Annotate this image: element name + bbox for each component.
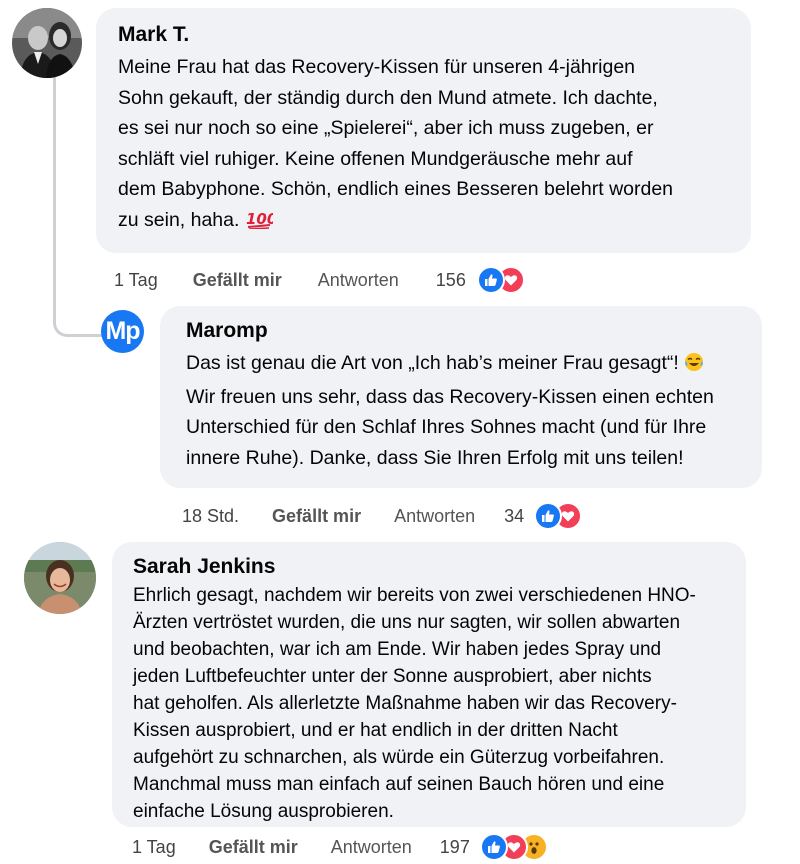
hundred-points-emoji-icon: 100: [245, 207, 277, 239]
comment-bubble-maromp: Maromp Das ist genau die Art von „Ich ha…: [160, 306, 762, 488]
like-reaction-icon: [476, 266, 505, 294]
avatar-sarah-jenkins[interactable]: [24, 542, 96, 614]
comment-bubble-mark-t: Mark T. Meine Frau hat das Recovery-Kiss…: [96, 8, 751, 253]
comment-author[interactable]: Mark T.: [118, 22, 729, 48]
reply-button[interactable]: Antworten: [318, 270, 399, 291]
like-button[interactable]: Gefällt mir: [272, 506, 361, 527]
comment-timestamp[interactable]: 1 Tag: [114, 270, 158, 291]
like-reaction-icon: [534, 502, 563, 530]
comment-actions-maromp: 18 Std. Gefällt mir Antworten 34: [182, 502, 583, 530]
like-reaction-icon: [479, 833, 508, 861]
comment-actions-mark-t: 1 Tag Gefällt mir Antworten 156: [114, 266, 525, 294]
comment-actions-sarah-jenkins: 1 Tag Gefällt mir Antworten 197: [132, 833, 548, 861]
reply-button[interactable]: Antworten: [331, 837, 412, 858]
comment-author[interactable]: Sarah Jenkins: [133, 554, 725, 580]
reactions-summary[interactable]: [534, 502, 583, 530]
comment-text: Meine Frau hat das Recovery-Kissen für u…: [118, 52, 729, 238]
comment-timestamp[interactable]: 18 Std.: [182, 506, 239, 527]
reactions-summary[interactable]: [476, 266, 525, 294]
reaction-count[interactable]: 34: [504, 506, 524, 527]
reaction-count[interactable]: 197: [440, 837, 470, 858]
comment-text-line1: Das ist genau die Art von „Ich hab’s mei…: [186, 352, 679, 374]
avatar-initials: Mp: [105, 317, 140, 345]
comment-bubble-sarah-jenkins: Sarah Jenkins Ehrlich gesagt, nachdem wi…: [112, 542, 746, 827]
like-button[interactable]: Gefällt mir: [193, 270, 282, 291]
comment-author[interactable]: Maromp: [186, 318, 736, 344]
reaction-count[interactable]: 156: [436, 270, 466, 291]
comment-text: Das ist genau die Art von „Ich hab’s mei…: [186, 348, 736, 473]
comment-timestamp[interactable]: 1 Tag: [132, 837, 176, 858]
avatar-mark-t[interactable]: [12, 8, 82, 78]
comment-text: Ehrlich gesagt, nachdem wir bereits von …: [133, 585, 696, 822]
like-button[interactable]: Gefällt mir: [209, 837, 298, 858]
face-with-tears-of-joy-emoji-icon: [684, 351, 704, 382]
reply-button[interactable]: Antworten: [394, 506, 475, 527]
comment-text-body: Wir freuen uns sehr, dass das Recovery-K…: [186, 385, 714, 469]
reactions-summary[interactable]: [479, 833, 548, 861]
avatar-maromp[interactable]: Mp: [101, 310, 144, 353]
comment-text-body: Meine Frau hat das Recovery-Kissen für u…: [118, 56, 674, 231]
